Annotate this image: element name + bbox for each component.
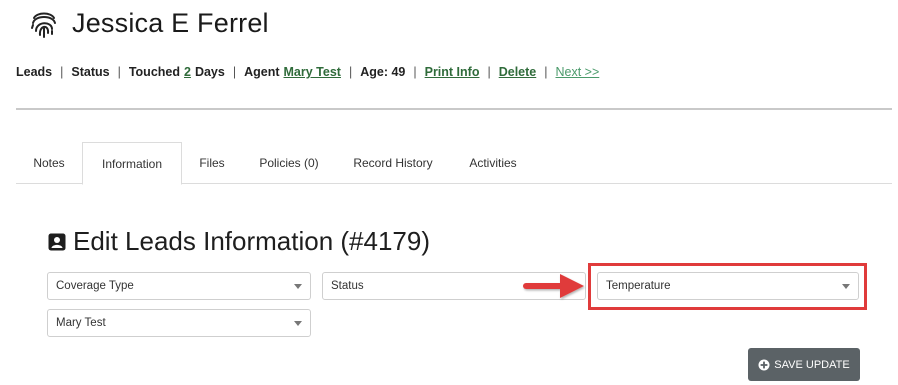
section-header: Edit Leads Information (#4179) bbox=[48, 226, 430, 257]
contact-card-icon bbox=[48, 233, 66, 250]
save-update-label: SAVE UPDATE bbox=[774, 358, 850, 371]
agent-link[interactable]: Mary Test bbox=[284, 65, 341, 79]
tab-activities[interactable]: Activities bbox=[450, 142, 536, 184]
separator: | bbox=[487, 65, 491, 79]
coverage-type-value: Coverage Type bbox=[56, 280, 134, 292]
coverage-type-select[interactable]: Coverage Type bbox=[47, 272, 311, 300]
separator: | bbox=[413, 65, 417, 79]
separator: | bbox=[232, 65, 237, 79]
save-update-button[interactable]: SAVE UPDATE bbox=[748, 348, 860, 381]
chevron-down-icon bbox=[294, 284, 302, 289]
tab-bar: Notes Information Files Policies (0) Rec… bbox=[16, 142, 892, 185]
section-title: Edit Leads Information (#4179) bbox=[73, 226, 430, 256]
separator: | bbox=[60, 65, 64, 79]
delete-link[interactable]: Delete bbox=[499, 65, 537, 79]
status-label: Status bbox=[71, 65, 110, 79]
lead-info-bar: Leads | Status | Touched 2 Days | Agent … bbox=[16, 65, 599, 79]
annotation-arrow-icon bbox=[523, 274, 584, 298]
print-info-link[interactable]: Print Info bbox=[425, 65, 480, 79]
plus-circle-icon bbox=[758, 359, 770, 370]
highlight-box bbox=[588, 263, 867, 310]
age-label: Age: 49 bbox=[360, 65, 406, 79]
fingerprint-icon bbox=[31, 12, 56, 38]
tab-policies[interactable]: Policies (0) bbox=[242, 142, 336, 184]
touched-count-link[interactable]: 2 bbox=[184, 65, 191, 79]
agent-label: Agent bbox=[244, 65, 280, 79]
tab-record-history[interactable]: Record History bbox=[336, 142, 450, 184]
leads-label: Leads bbox=[16, 65, 53, 79]
next-link[interactable]: Next >> bbox=[556, 65, 600, 79]
tab-information[interactable]: Information bbox=[82, 142, 182, 185]
header-divider bbox=[16, 108, 892, 110]
touched-prefix: Touched bbox=[128, 65, 180, 79]
separator: | bbox=[544, 65, 548, 79]
separator: | bbox=[117, 65, 121, 79]
separator: | bbox=[348, 65, 353, 79]
page-header: Jessica E Ferrel bbox=[30, 8, 269, 39]
agent-select[interactable]: Mary Test bbox=[47, 309, 311, 337]
chevron-down-icon bbox=[294, 321, 302, 326]
status-value: Status bbox=[331, 280, 364, 292]
tab-files[interactable]: Files bbox=[182, 142, 242, 184]
touched-suffix: Days bbox=[194, 65, 225, 79]
tab-notes[interactable]: Notes bbox=[16, 142, 82, 184]
agent-value: Mary Test bbox=[56, 317, 106, 329]
lead-name: Jessica E Ferrel bbox=[72, 8, 269, 38]
